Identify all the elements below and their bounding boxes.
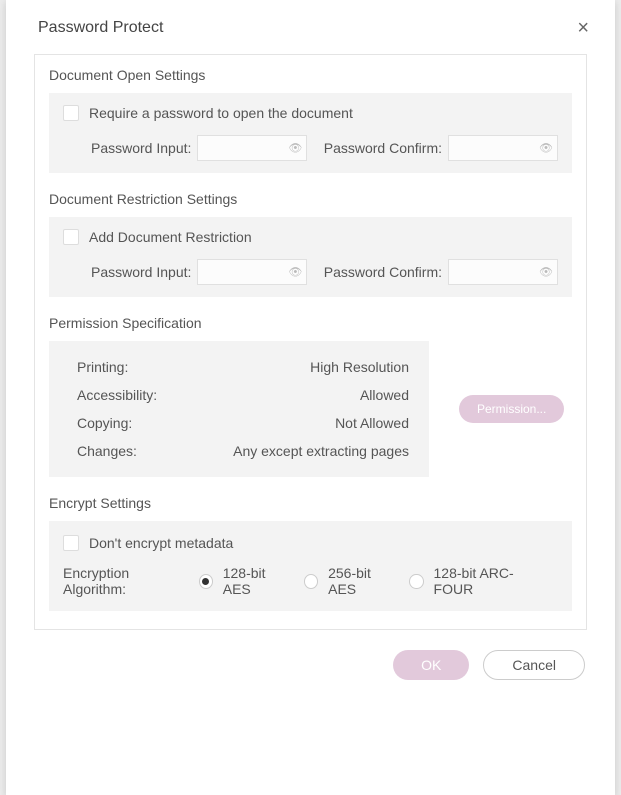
permission-row-value: Allowed bbox=[360, 387, 409, 403]
permission-row-label: Copying: bbox=[77, 415, 132, 431]
permission-row-value: Not Allowed bbox=[335, 415, 409, 431]
restriction-password-input-label: Password Input: bbox=[91, 264, 191, 280]
permission-row: Changes: Any except extracting pages bbox=[63, 437, 415, 465]
encryption-option-label: 128-bit AES bbox=[223, 565, 292, 597]
encryption-option-radio[interactable] bbox=[409, 574, 423, 589]
require-password-row: Require a password to open the document bbox=[63, 105, 558, 121]
dialog-title: Password Protect bbox=[38, 19, 163, 37]
document-restriction-settings-section: Document Restriction Settings Add Docume… bbox=[49, 191, 572, 297]
restriction-password-input[interactable] bbox=[197, 259, 307, 285]
permission-wrap: Printing: High Resolution Accessibility: Al… bbox=[49, 341, 572, 477]
document-open-settings-title: Document Open Settings bbox=[49, 67, 572, 83]
restriction-password-confirm-wrap: 👁 bbox=[448, 259, 558, 285]
permission-row: Accessibility: Allowed bbox=[63, 381, 415, 409]
permission-specification-title: Permission Specification bbox=[49, 315, 572, 331]
encryption-option-label: 128-bit ARC-FOUR bbox=[434, 565, 546, 597]
encryption-option-radio[interactable] bbox=[304, 574, 318, 589]
ok-button[interactable]: OK bbox=[393, 650, 469, 680]
dialog-footer: OK Cancel bbox=[6, 630, 615, 700]
permission-row: Copying: Not Allowed bbox=[63, 409, 415, 437]
close-button[interactable]: × bbox=[577, 18, 589, 38]
encryption-algorithm-label: Encryption Algorithm: bbox=[63, 565, 189, 597]
document-restriction-settings-title: Document Restriction Settings bbox=[49, 191, 572, 207]
open-password-input-wrap: 👁 bbox=[197, 135, 307, 161]
add-restriction-label: Add Document Restriction bbox=[89, 229, 252, 245]
permission-row-label: Printing: bbox=[77, 359, 128, 375]
password-protect-dialog: Password Protect × Document Open Setting… bbox=[6, 0, 615, 795]
permission-row: Printing: High Resolution bbox=[63, 353, 415, 381]
add-restriction-checkbox[interactable] bbox=[63, 229, 79, 245]
document-restriction-settings-body: Add Document Restriction Password Input:… bbox=[49, 217, 572, 297]
restriction-password-row: Password Input: 👁 Password Confirm: 👁 bbox=[63, 259, 558, 285]
dont-encrypt-metadata-row: Don't encrypt metadata bbox=[63, 535, 558, 551]
permission-row-label: Changes: bbox=[77, 443, 137, 459]
encryption-option: 128-bit AES bbox=[199, 565, 292, 597]
cancel-button[interactable]: Cancel bbox=[483, 650, 585, 680]
permission-row-value: Any except extracting pages bbox=[233, 443, 409, 459]
permission-row-value: High Resolution bbox=[310, 359, 409, 375]
restriction-password-confirm-label: Password Confirm: bbox=[324, 264, 442, 280]
open-password-row: Password Input: 👁 Password Confirm: 👁 bbox=[63, 135, 558, 161]
dont-encrypt-metadata-label: Don't encrypt metadata bbox=[89, 535, 233, 551]
dialog-header: Password Protect × bbox=[6, 0, 615, 48]
dialog-body: Document Open Settings Require a passwor… bbox=[34, 54, 587, 630]
restriction-password-input-wrap: 👁 bbox=[197, 259, 307, 285]
open-password-confirm-label: Password Confirm: bbox=[324, 140, 442, 156]
document-open-settings-section: Document Open Settings Require a passwor… bbox=[49, 67, 572, 173]
permission-table: Printing: High Resolution Accessibility: Al… bbox=[49, 341, 429, 477]
add-restriction-row: Add Document Restriction bbox=[63, 229, 558, 245]
dont-encrypt-metadata-checkbox[interactable] bbox=[63, 535, 79, 551]
encrypt-settings-section: Encrypt Settings Don't encrypt metadata … bbox=[49, 495, 572, 611]
open-password-confirm-input[interactable] bbox=[448, 135, 558, 161]
encrypt-settings-body: Don't encrypt metadata Encryption Algori… bbox=[49, 521, 572, 611]
open-password-confirm-wrap: 👁 bbox=[448, 135, 558, 161]
encryption-option: 256-bit AES bbox=[304, 565, 397, 597]
permission-button[interactable]: Permission... bbox=[459, 395, 564, 423]
encryption-algorithm-row: Encryption Algorithm: 128-bit AES 256-bit… bbox=[63, 565, 558, 597]
encrypt-settings-title: Encrypt Settings bbox=[49, 495, 572, 511]
encryption-option: 128-bit ARC-FOUR bbox=[409, 565, 546, 597]
document-open-settings-body: Require a password to open the document … bbox=[49, 93, 572, 173]
encryption-option-label: 256-bit AES bbox=[328, 565, 397, 597]
require-password-checkbox[interactable] bbox=[63, 105, 79, 121]
require-password-label: Require a password to open the document bbox=[89, 105, 353, 121]
encryption-option-radio[interactable] bbox=[199, 574, 213, 589]
open-password-input[interactable] bbox=[197, 135, 307, 161]
restriction-password-confirm-input[interactable] bbox=[448, 259, 558, 285]
permission-specification-section: Permission Specification Printing: High R… bbox=[49, 315, 572, 477]
open-password-input-label: Password Input: bbox=[91, 140, 191, 156]
permission-row-label: Accessibility: bbox=[77, 387, 157, 403]
